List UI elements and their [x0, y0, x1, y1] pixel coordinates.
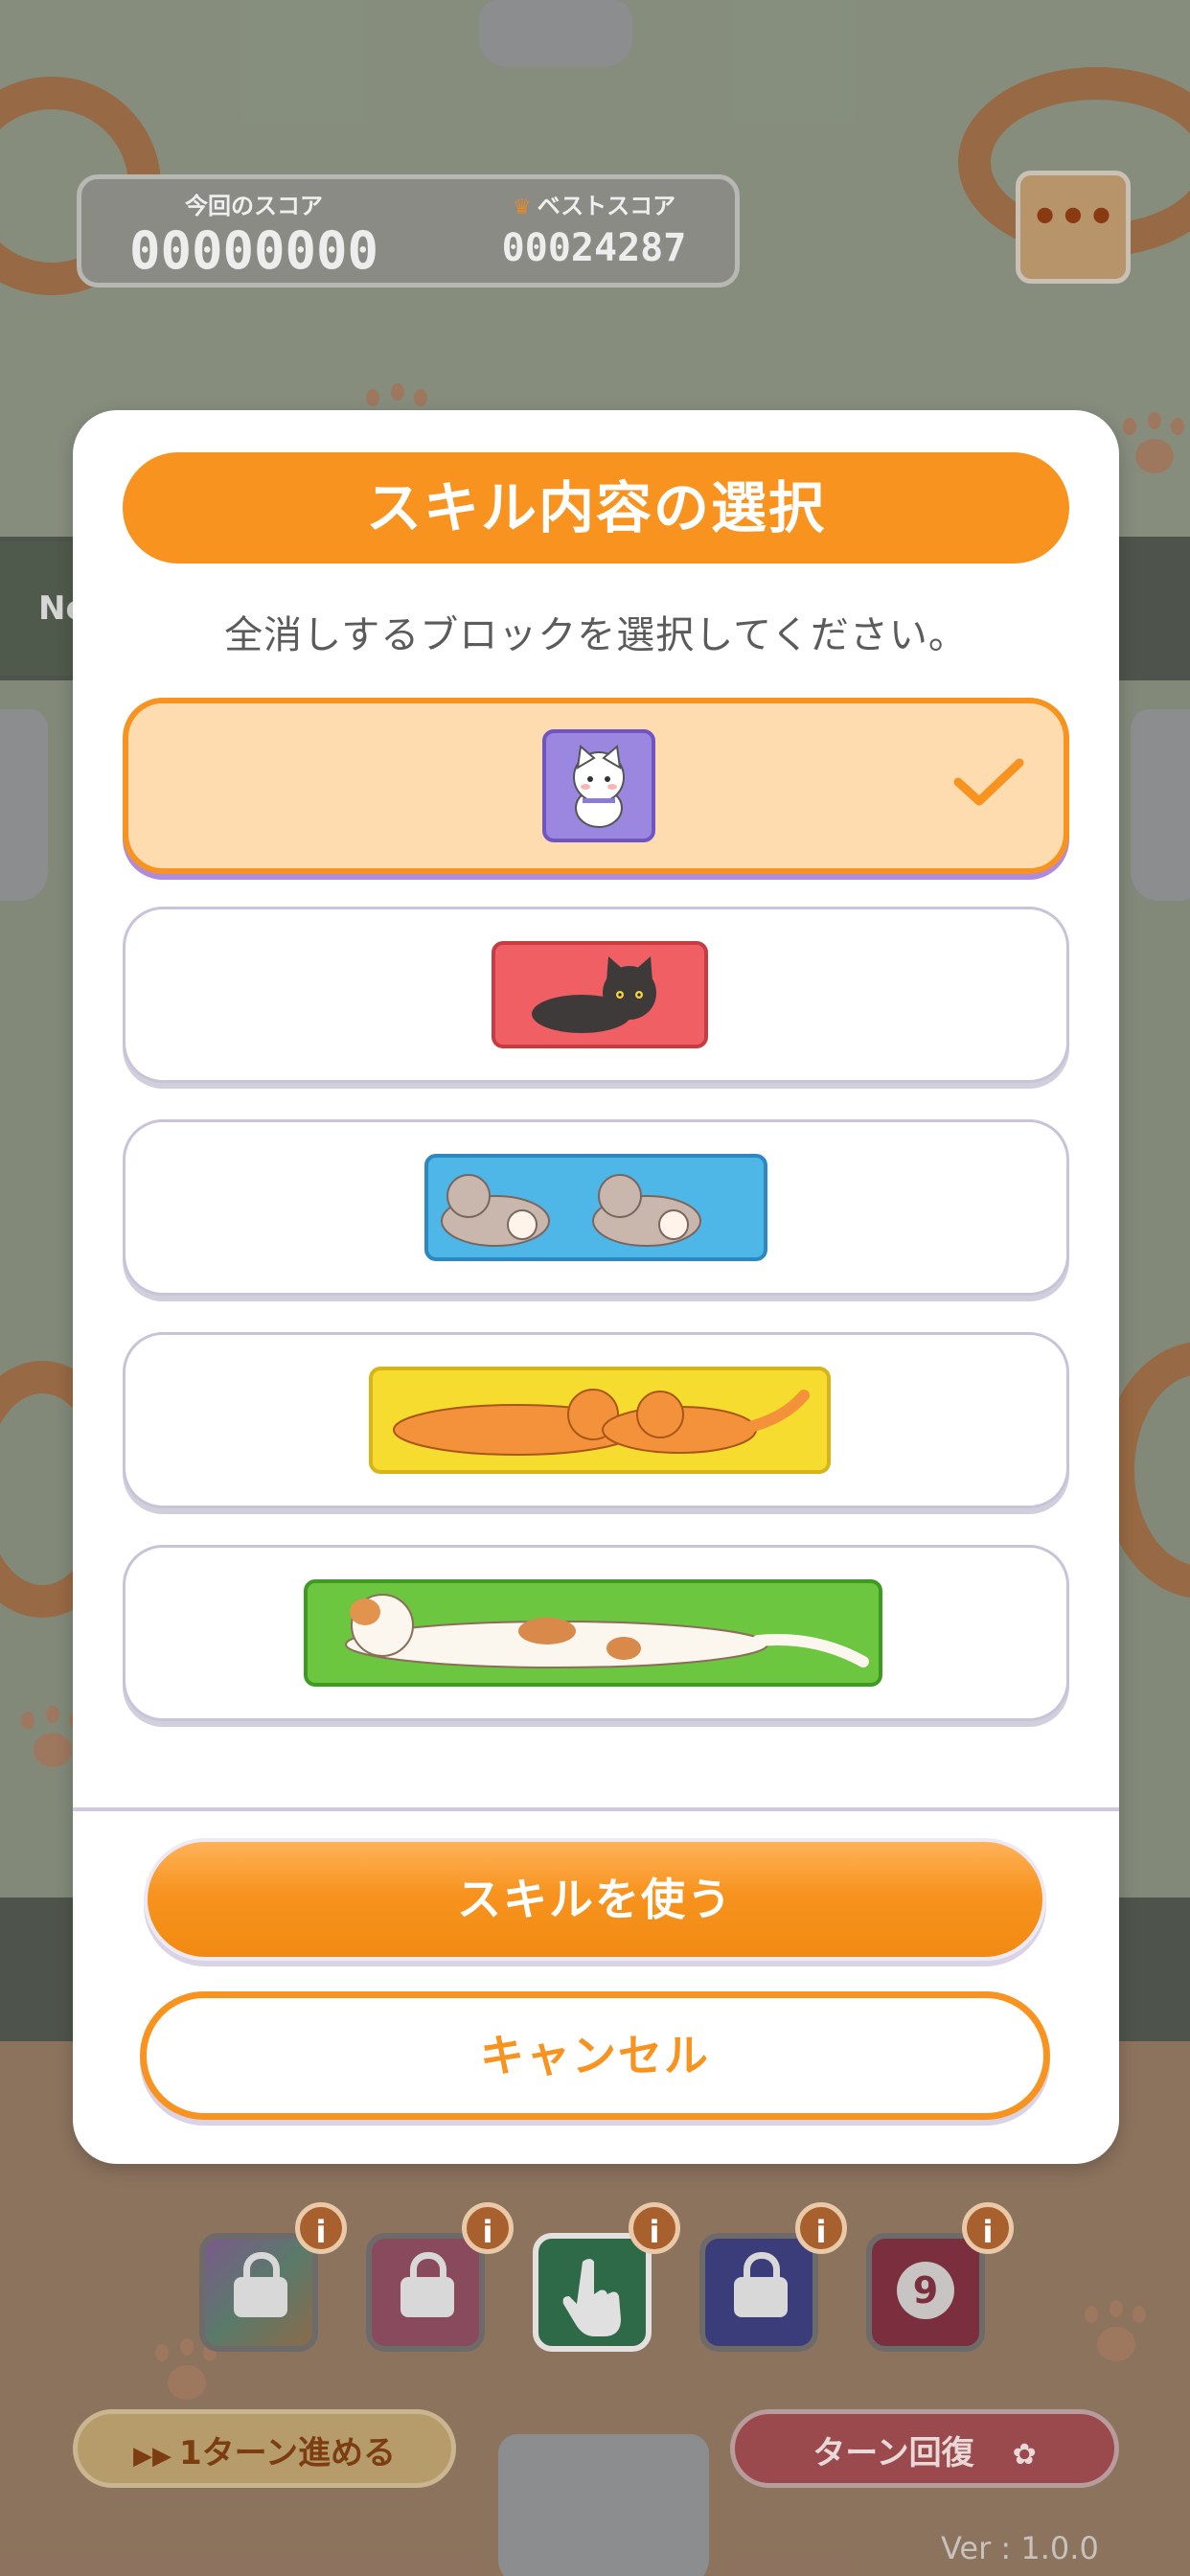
lock-icon [734, 2252, 788, 2317]
blue-two-cats-block [424, 1154, 767, 1261]
crown-icon: ♛ [512, 196, 532, 219]
best-score-value: 00024287 [501, 226, 687, 270]
pointer-hand-icon [562, 2259, 621, 2336]
fast-forward-icon: ▶▶ [133, 2442, 172, 2471]
side-banner: Ne [0, 541, 88, 676]
skill-slot-4[interactable] [699, 2233, 818, 2352]
block-option-purple-cat[interactable] [123, 698, 1069, 874]
yellow-orange-cats-block [369, 1367, 831, 1474]
advance-turn-button[interactable]: ▶▶ 1ターン進める [73, 2409, 456, 2488]
block-option-two-cats[interactable] [123, 1119, 1069, 1296]
gear-icon: ✿ [1012, 2438, 1037, 2472]
version-label: Ver : 1.0.0 [941, 2530, 1099, 2566]
skill-slot-3[interactable] [533, 2233, 652, 2352]
info-icon[interactable]: i [962, 2202, 1014, 2254]
purple-cat-block [542, 729, 655, 842]
best-score-label: ♛ ベストスコア [512, 193, 676, 219]
lock-icon [400, 2252, 454, 2317]
lock-icon [234, 2252, 287, 2317]
skill-slot-2[interactable] [366, 2233, 485, 2352]
block-option-orange-cats[interactable] [123, 1332, 1069, 1508]
ellipsis-icon: ••• [1030, 191, 1116, 242]
info-icon[interactable]: i [462, 2202, 514, 2254]
checkmark-icon [953, 758, 1024, 806]
score-panel: 今回のスコア 00000000 ♛ ベストスコア 00024287 [77, 174, 740, 288]
red-black-cat-block [492, 941, 708, 1048]
cancel-button[interactable]: キャンセル [140, 1991, 1050, 2120]
current-score-label: 今回のスコア [185, 193, 323, 219]
dialog-title: スキル内容の選択 [123, 452, 1069, 564]
block-option-calico-cat[interactable] [123, 1545, 1069, 1721]
info-icon[interactable]: i [295, 2202, 347, 2254]
dialog-description: 全消しするブロックを選択してください。 [224, 613, 968, 657]
skill-select-dialog: スキル内容の選択 全消しするブロックを選択してください。 スキルを使う キャンセ… [73, 410, 1119, 2164]
nine-gear-icon: 9 [897, 2262, 954, 2319]
current-score-value: 00000000 [128, 220, 379, 281]
info-icon[interactable]: i [795, 2202, 847, 2254]
recover-turn-button[interactable]: ターン回復 ✿ [730, 2409, 1119, 2488]
menu-button[interactable]: ••• [1016, 171, 1131, 284]
info-icon[interactable]: i [629, 2202, 680, 2254]
green-calico-cat-block [304, 1579, 882, 1687]
dialog-divider [73, 1807, 1119, 1811]
block-option-black-cat[interactable] [123, 907, 1069, 1083]
skill-slot-5[interactable]: 9 [866, 2233, 985, 2352]
use-skill-button[interactable]: スキルを使う [144, 1838, 1046, 1961]
skill-slot-1[interactable] [199, 2233, 318, 2352]
